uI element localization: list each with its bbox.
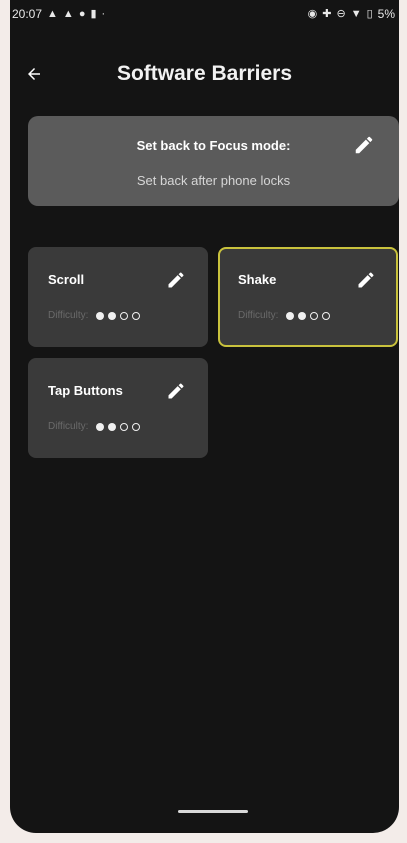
edit-pencil-icon[interactable] <box>166 270 186 290</box>
difficulty-dots <box>96 311 141 320</box>
barrier-name: Tap Buttons <box>48 383 123 398</box>
difficulty-dot-filled <box>286 311 295 320</box>
difficulty-row: Difficulty: <box>48 310 141 321</box>
barrier-name: Shake <box>238 272 277 287</box>
edit-pencil-icon[interactable] <box>353 134 375 156</box>
barrier-name: Scroll <box>48 272 85 287</box>
barrier-card-scroll[interactable]: Scroll Difficulty: <box>28 247 208 347</box>
difficulty-label: Difficulty: <box>48 421 89 432</box>
difficulty-dot-filled <box>96 422 105 431</box>
difficulty-label: Difficulty: <box>48 310 89 321</box>
difficulty-dot-filled <box>108 422 117 431</box>
location-pin-icon: ● <box>78 7 86 20</box>
focus-mode-title: Set back to Focus mode: <box>136 138 291 153</box>
difficulty-dot-empty <box>132 311 141 320</box>
notification-bell-icon: ▲ <box>62 7 74 20</box>
difficulty-dot-filled <box>298 311 307 320</box>
home-indicator[interactable] <box>178 810 248 813</box>
difficulty-dot-filled <box>96 311 105 320</box>
app-bar: Software Barriers <box>10 52 399 96</box>
edit-pencil-icon[interactable] <box>166 381 186 401</box>
dot-icon: · <box>101 7 106 20</box>
edit-pencil-icon[interactable] <box>356 270 376 290</box>
do-not-disturb-icon: ⊖ <box>336 7 346 20</box>
difficulty-row: Difficulty: <box>238 310 331 321</box>
battery-percent: 5% <box>377 7 395 21</box>
battery-saver-icon: ▮ <box>90 7 97 20</box>
difficulty-dot-empty <box>120 311 129 320</box>
alarm-icon: ◉ <box>307 7 318 20</box>
wifi-icon: ▼ <box>350 7 362 20</box>
difficulty-dot-empty <box>120 422 129 431</box>
barrier-card-shake[interactable]: Shake Difficulty: <box>218 247 398 347</box>
difficulty-dot-empty <box>310 311 319 320</box>
data-saver-icon: ✚ <box>322 7 332 20</box>
status-bar-right: ◉ ✚ ⊖ ▼ ▯ 5% <box>308 7 395 21</box>
focus-mode-subtitle: Set back after phone locks <box>136 173 291 188</box>
difficulty-row: Difficulty: <box>48 421 141 432</box>
phone-screen: 20:07 ▲ ▲ ● ▮ · ◉ ✚ ⊖ ▼ ▯ 5% Software Ba… <box>10 0 399 833</box>
barrier-card-tap-buttons[interactable]: Tap Buttons Difficulty: <box>28 358 208 458</box>
difficulty-dot-empty <box>132 422 141 431</box>
status-bar-left: 20:07 ▲ ▲ ● ▮ · <box>12 7 105 21</box>
difficulty-dots <box>286 311 331 320</box>
difficulty-dot-empty <box>322 311 331 320</box>
focus-mode-card[interactable]: Set back to Focus mode: Set back after p… <box>28 116 399 206</box>
status-bar: 20:07 ▲ ▲ ● ▮ · ◉ ✚ ⊖ ▼ ▯ 5% <box>10 0 399 28</box>
page-title: Software Barriers <box>116 62 293 85</box>
difficulty-label: Difficulty: <box>238 310 279 321</box>
notification-bell-icon: ▲ <box>47 7 58 20</box>
battery-icon: ▯ <box>366 7 373 20</box>
difficulty-dot-filled <box>108 311 117 320</box>
difficulty-dots <box>96 422 141 431</box>
status-time: 20:07 <box>12 7 43 21</box>
